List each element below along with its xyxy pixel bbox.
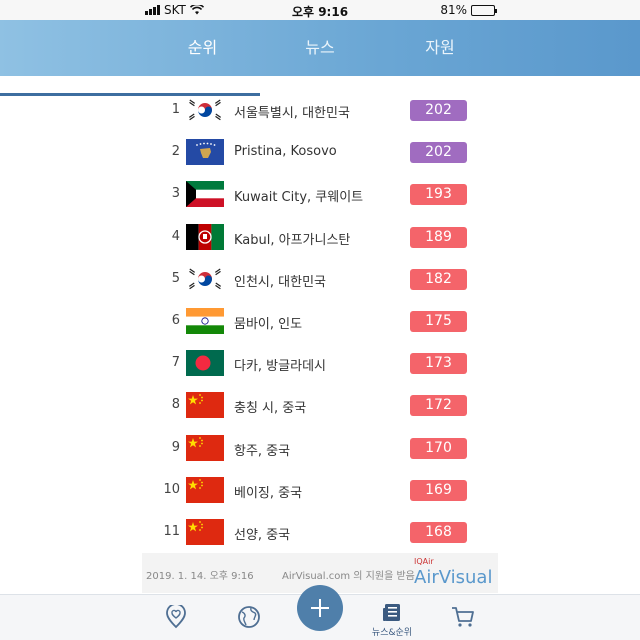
aqi-badge: 168 xyxy=(410,522,467,543)
city-name: 뭄바이, 인도 xyxy=(234,317,303,332)
ranking-row[interactable]: 8 충칭 시, 중국 172 xyxy=(0,385,640,427)
aqi-badge: 175 xyxy=(410,311,467,332)
globe-button[interactable] xyxy=(228,601,268,635)
status-bar: SKT 오후 9:16 81% xyxy=(0,0,640,20)
ranking-row[interactable]: 7 다카, 방글라데시 173 xyxy=(0,343,640,385)
city-name: 선양, 중국 xyxy=(234,528,291,543)
ranking-row[interactable]: 3 Kuwait City, 쿠웨이트 193 xyxy=(0,174,640,216)
rank-number: 7 xyxy=(171,355,180,371)
rank-number: 6 xyxy=(171,313,180,328)
rank-number: 1 xyxy=(171,102,180,117)
south-korea-flag-icon xyxy=(186,265,224,292)
rank-number: 9 xyxy=(171,439,180,455)
news-ranking-label: 뉴스&순위 xyxy=(371,628,413,638)
kosovo-flag-icon xyxy=(186,139,224,166)
battery-icon xyxy=(471,4,497,16)
ranking-row[interactable]: 11 선양, 중국 168 xyxy=(0,512,640,554)
rank-number: 11 xyxy=(163,524,180,539)
rank-number: 10 xyxy=(163,481,180,497)
aqi-badge: 189 xyxy=(410,226,467,248)
tab-news[interactable]: 뉴스 xyxy=(270,20,370,76)
aqi-badge: 182 xyxy=(410,268,467,290)
city-name: 인천시, 대한민국 xyxy=(234,274,326,290)
china-flag-icon xyxy=(186,476,224,503)
airvisual-label: AirVisual xyxy=(414,567,493,588)
aqi-badge: 169 xyxy=(410,479,467,501)
aqi-badge: 170 xyxy=(410,437,467,459)
top-tab-bar: 순위 뉴스 자원 xyxy=(0,20,640,96)
cart-icon xyxy=(452,607,474,627)
airvisual-logo[interactable]: IQAir AirVisual xyxy=(414,557,494,589)
aqi-badge: 173 xyxy=(410,353,467,375)
tab-resources[interactable]: 자원 xyxy=(390,20,490,76)
india-flag-icon xyxy=(186,308,224,334)
add-city-button[interactable] xyxy=(297,585,343,631)
afghanistan-flag-icon xyxy=(186,223,224,250)
city-name: 서울특별시, 대한민국 xyxy=(234,106,350,121)
city-name: Pristina, Kosovo xyxy=(234,144,337,160)
china-flag-icon xyxy=(186,519,224,545)
city-name: 다카, 방글라데시 xyxy=(234,359,326,375)
status-time: 오후 9:16 xyxy=(291,5,349,19)
ranking-row[interactable]: 10 베이징, 중국 169 xyxy=(0,470,640,512)
battery-percent: 81% xyxy=(440,3,467,17)
rank-number: 5 xyxy=(171,270,180,286)
globe-icon xyxy=(238,606,260,628)
china-flag-icon xyxy=(186,434,224,461)
ranking-row[interactable]: 5 인천시, 대한민국 182 xyxy=(0,259,640,301)
aqi-badge: 193 xyxy=(410,184,467,206)
china-flag-icon xyxy=(186,392,224,419)
plus-icon xyxy=(311,599,329,617)
ranking-row[interactable]: 6 뭄바이, 인도 175 xyxy=(0,301,640,343)
ranking-row[interactable]: 2 Pristina, Kosovo 202 xyxy=(0,132,640,174)
favorites-button[interactable] xyxy=(156,601,196,635)
rank-number: 2 xyxy=(171,144,180,160)
city-name: 항주, 중국 xyxy=(234,443,291,459)
news-ranking-button[interactable]: 뉴스&순위 xyxy=(368,601,416,638)
ranking-row[interactable]: 1 서울특별시, 대한민국 202 xyxy=(0,90,640,132)
kuwait-flag-icon xyxy=(186,181,224,208)
ranking-row[interactable]: 9 항주, 중국 170 xyxy=(0,428,640,470)
credit-text: AirVisual.com 의 지원을 받음 xyxy=(282,571,415,582)
news-icon xyxy=(383,604,400,621)
rank-number: 3 xyxy=(171,186,180,202)
aqi-badge: 202 xyxy=(410,142,467,164)
aqi-badge: 172 xyxy=(410,395,467,417)
rank-number: 4 xyxy=(171,228,180,244)
ranking-row[interactable]: 4 Kabul, 아프가니스탄 189 xyxy=(0,217,640,259)
tab-ranking[interactable]: 순위 xyxy=(150,20,255,76)
bangladesh-flag-icon xyxy=(186,350,224,377)
city-name: 베이징, 중국 xyxy=(234,485,303,501)
rank-number: 8 xyxy=(171,397,180,413)
south-korea-flag-icon xyxy=(186,97,224,123)
city-name: 충칭 시, 중국 xyxy=(234,401,307,417)
iqair-label: IQAir xyxy=(414,557,434,566)
cart-button[interactable] xyxy=(442,601,482,635)
city-name: Kuwait City, 쿠웨이트 xyxy=(234,190,364,206)
updated-timestamp: 2019. 1. 14. 오후 9:16 xyxy=(146,571,254,582)
aqi-badge: 202 xyxy=(410,100,467,121)
heart-location-icon xyxy=(166,605,186,629)
bottom-nav: 뉴스&순위 xyxy=(0,585,640,640)
battery-group: 81% xyxy=(440,3,497,17)
city-name: Kabul, 아프가니스탄 xyxy=(234,232,351,248)
